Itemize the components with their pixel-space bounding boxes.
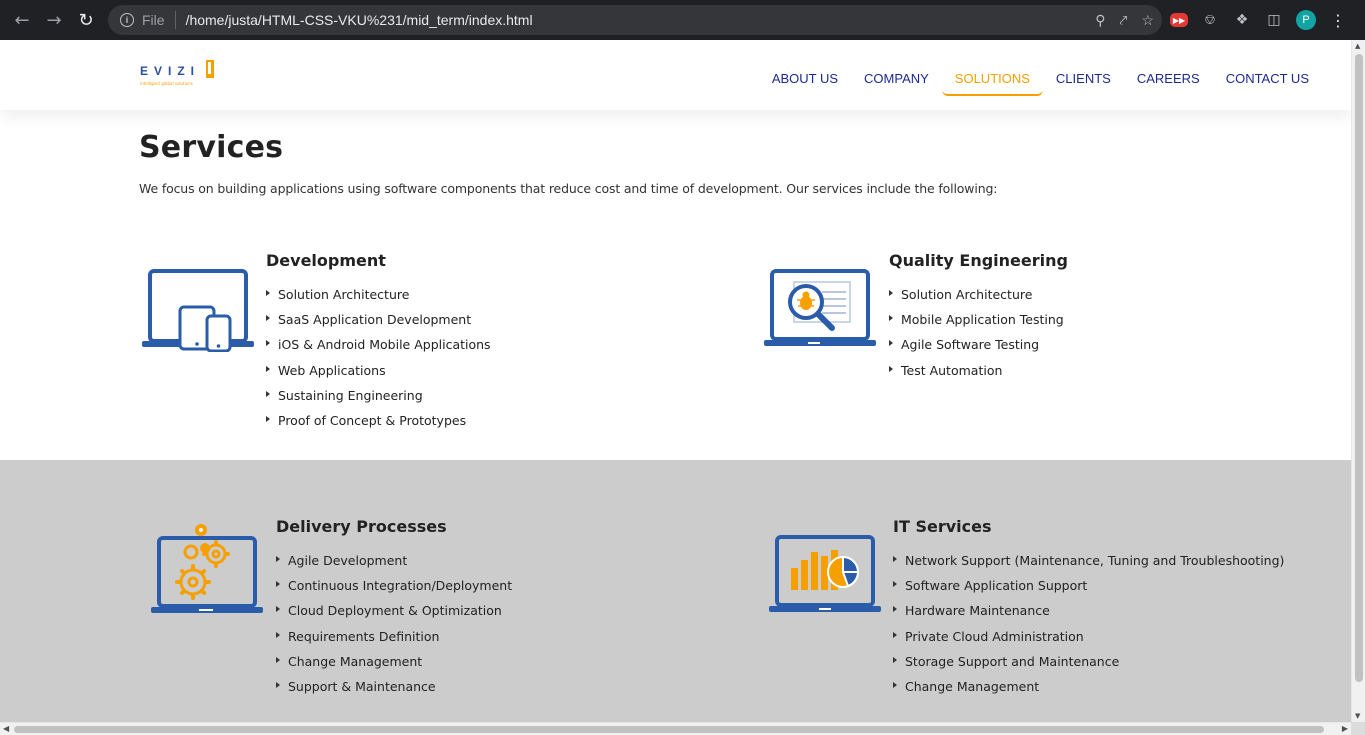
nav-clients[interactable]: CLIENTS bbox=[1043, 62, 1124, 96]
logo-tagline: intelligent global solutions bbox=[140, 81, 193, 86]
reload-icon[interactable]: ↻ bbox=[70, 0, 102, 40]
scroll-left-arrow-icon[interactable]: ◀ bbox=[3, 724, 9, 733]
address-bar[interactable]: i File /home/justa/HTML-CSS-VKU%231/mid_… bbox=[108, 5, 1162, 35]
web-page: EVIZI intelligent global solutions ABOUT… bbox=[0, 40, 1351, 722]
list-item: Support & Maintenance bbox=[275, 674, 512, 699]
service-list: Solution Architecture SaaS Application D… bbox=[265, 282, 491, 433]
service-list: Network Support (Maintenance, Tuning and… bbox=[892, 548, 1284, 699]
list-item: Solution Architecture bbox=[888, 282, 1064, 307]
nav-solutions[interactable]: SOLUTIONS bbox=[941, 62, 1043, 96]
scroll-down-arrow-icon[interactable]: ▼ bbox=[1355, 712, 1360, 720]
nav-company[interactable]: COMPANY bbox=[851, 62, 942, 96]
bookmark-star-icon[interactable]: ☆ bbox=[1141, 12, 1154, 29]
intro-text: We focus on building applications using … bbox=[139, 181, 998, 196]
list-item: Agile Development bbox=[275, 548, 512, 573]
service-title: Development bbox=[266, 251, 386, 270]
list-item: Software Application Support bbox=[892, 573, 1284, 598]
list-item: Web Applications bbox=[265, 358, 491, 383]
share-icon[interactable]: ⤤ bbox=[1120, 12, 1128, 29]
list-item: Mobile Application Testing bbox=[888, 307, 1064, 332]
evizi-logo[interactable]: EVIZI intelligent global solutions bbox=[139, 60, 219, 90]
nav-contact-us[interactable]: CONTACT US bbox=[1213, 62, 1322, 96]
horizontal-scroll-thumb[interactable] bbox=[14, 726, 1324, 733]
list-item: Proof of Concept & Prototypes bbox=[265, 408, 491, 433]
logo-wordmark: EVIZI bbox=[140, 64, 201, 78]
list-item: Storage Support and Maintenance bbox=[892, 649, 1284, 674]
logo-mark bbox=[206, 60, 214, 78]
vertical-scroll-thumb[interactable] bbox=[1355, 54, 1363, 682]
list-item: Requirements Definition bbox=[275, 624, 512, 649]
list-item: Cloud Deployment & Optimization bbox=[275, 598, 512, 623]
page-title: Services bbox=[139, 130, 284, 165]
scroll-up-arrow-icon[interactable]: ▲ bbox=[1355, 42, 1360, 50]
list-item: Sustaining Engineering bbox=[265, 383, 491, 408]
url-text[interactable]: /home/justa/HTML-CSS-VKU%231/mid_term/in… bbox=[186, 12, 533, 28]
nav-careers[interactable]: CAREERS bbox=[1124, 62, 1213, 96]
laptop-gears-icon bbox=[151, 524, 263, 613]
list-item: Solution Architecture bbox=[265, 282, 491, 307]
kebab-menu-icon[interactable]: ⋮ bbox=[1328, 10, 1348, 30]
laptop-chart-icon bbox=[769, 535, 881, 612]
list-item: Network Support (Maintenance, Tuning and… bbox=[892, 548, 1284, 573]
list-item: Hardware Maintenance bbox=[892, 598, 1284, 623]
list-item: Change Management bbox=[892, 674, 1284, 699]
nav-about-us[interactable]: ABOUT US bbox=[759, 62, 851, 96]
laptop-devices-icon bbox=[142, 269, 254, 352]
list-item: Agile Software Testing bbox=[888, 332, 1064, 357]
puzzle-extensions-icon[interactable]: ❖ bbox=[1232, 10, 1252, 30]
url-scheme: File bbox=[142, 12, 165, 28]
list-item: Continuous Integration/Deployment bbox=[275, 573, 512, 598]
site-info-icon[interactable]: i bbox=[120, 13, 134, 27]
forward-arrow-icon[interactable]: → bbox=[38, 0, 70, 40]
vertical-scrollbar[interactable]: ▲ ▼ bbox=[1351, 40, 1365, 722]
compass-extension-icon[interactable]: ⎊ bbox=[1200, 10, 1220, 30]
scrollbar-corner bbox=[1351, 722, 1365, 735]
service-list: Agile Development Continuous Integration… bbox=[275, 548, 512, 699]
back-arrow-icon[interactable]: ← bbox=[6, 0, 38, 40]
services-intro: Services We focus on building applicatio… bbox=[139, 130, 997, 196]
scroll-right-arrow-icon[interactable]: ▶ bbox=[1342, 724, 1348, 733]
service-title: Delivery Processes bbox=[276, 517, 447, 536]
main-navigation: ABOUT US COMPANY SOLUTIONS CLIENTS CAREE… bbox=[759, 62, 1322, 96]
list-item: Test Automation bbox=[888, 358, 1064, 383]
horizontal-scrollbar[interactable]: ◀ ▶ bbox=[0, 722, 1351, 735]
service-list: Solution Architecture Mobile Application… bbox=[888, 282, 1064, 383]
youtube-extension-icon[interactable]: ▶▶ bbox=[1170, 13, 1188, 27]
service-title: IT Services bbox=[893, 517, 992, 536]
site-header: EVIZI intelligent global solutions ABOUT… bbox=[0, 40, 1351, 110]
profile-avatar[interactable]: P bbox=[1296, 10, 1316, 30]
browser-toolbar: ← → ↻ i File /home/justa/HTML-CSS-VKU%23… bbox=[0, 0, 1365, 40]
list-item: Private Cloud Administration bbox=[892, 624, 1284, 649]
list-item: iOS & Android Mobile Applications bbox=[265, 332, 491, 357]
laptop-bug-search-icon bbox=[764, 269, 876, 346]
service-title: Quality Engineering bbox=[889, 251, 1068, 270]
zoom-icon[interactable]: ⚲ bbox=[1095, 12, 1105, 29]
list-item: SaaS Application Development bbox=[265, 307, 491, 332]
side-panel-icon[interactable]: ◫ bbox=[1264, 10, 1284, 30]
list-item: Change Management bbox=[275, 649, 512, 674]
url-divider bbox=[174, 11, 176, 29]
